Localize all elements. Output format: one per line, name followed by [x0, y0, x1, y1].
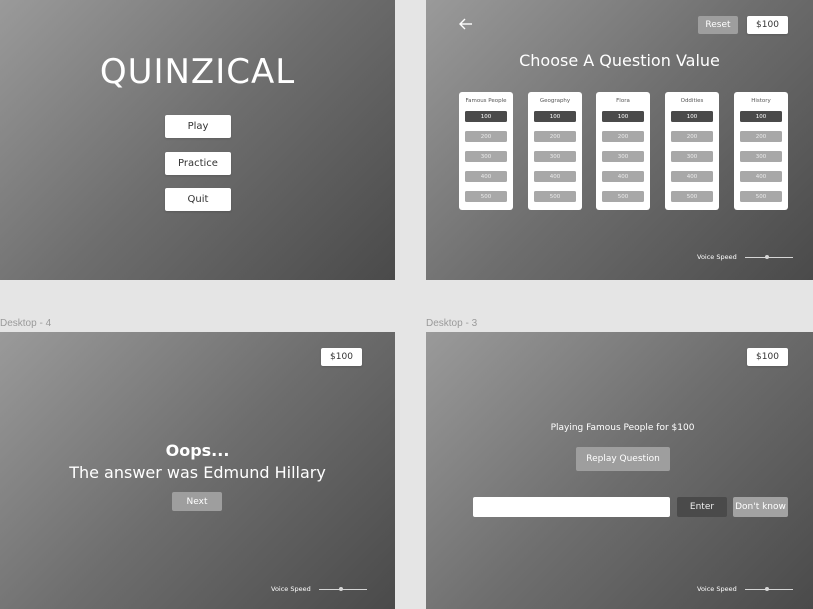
- question-value-button[interactable]: 400: [602, 171, 644, 182]
- question-value-button[interactable]: 400: [465, 171, 507, 182]
- question-value-button[interactable]: 100: [671, 111, 713, 122]
- playing-text: Playing Famous People for $100: [550, 423, 695, 433]
- question-value-button[interactable]: 400: [671, 171, 713, 182]
- back-arrow-icon[interactable]: [458, 16, 474, 32]
- money-badge: $100: [747, 16, 788, 34]
- category-name: Famous People: [465, 98, 507, 104]
- question-value-button[interactable]: 500: [602, 191, 644, 202]
- result-screen: $100 Oops... The answer was Edmund Hilla…: [0, 332, 395, 609]
- question-value-button[interactable]: 300: [465, 151, 507, 162]
- question-value-button[interactable]: 500: [534, 191, 576, 202]
- voice-speed-slider[interactable]: [744, 586, 793, 591]
- question-value-button[interactable]: 300: [671, 151, 713, 162]
- voice-speed-label: Voice Speed: [697, 253, 737, 261]
- question-screen: $100 Playing Famous People for $100 Repl…: [426, 332, 813, 609]
- voice-speed-control: Voice Speed: [697, 253, 793, 261]
- question-value-button[interactable]: 500: [740, 191, 782, 202]
- result-heading: Oops...: [165, 441, 230, 460]
- dont-know-button[interactable]: Don't know: [733, 497, 788, 517]
- voice-speed-slider[interactable]: [318, 586, 367, 591]
- question-value-button[interactable]: 100: [465, 111, 507, 122]
- slider-knob[interactable]: [764, 254, 769, 259]
- slider-knob[interactable]: [338, 586, 343, 591]
- question-value-button[interactable]: 100: [602, 111, 644, 122]
- category-name: History: [751, 98, 771, 104]
- voice-speed-label: Voice Speed: [271, 585, 311, 593]
- replay-question-button[interactable]: Replay Question: [576, 447, 670, 471]
- money-badge: $100: [321, 348, 362, 366]
- practice-button[interactable]: Practice: [165, 152, 231, 175]
- question-value-button[interactable]: 200: [671, 131, 713, 142]
- category-name: Oddities: [680, 98, 704, 104]
- frame-label: Desktop - 3: [426, 318, 478, 329]
- money-badge: $100: [747, 348, 788, 366]
- question-value-button[interactable]: 400: [534, 171, 576, 182]
- category-name: Flora: [616, 98, 630, 104]
- category-card: Famous People 100 200 300 400 500: [459, 92, 513, 210]
- category-card: Geography 100 200 300 400 500: [528, 92, 582, 210]
- question-value-button[interactable]: 500: [671, 191, 713, 202]
- reset-button[interactable]: Reset: [698, 16, 738, 34]
- voice-speed-label: Voice Speed: [697, 585, 737, 593]
- voice-speed-slider[interactable]: [744, 254, 793, 259]
- question-value-button[interactable]: 200: [740, 131, 782, 142]
- question-value-button[interactable]: 200: [534, 131, 576, 142]
- start-screen: QUINZICAL Play Practice Quit: [0, 0, 395, 280]
- enter-button[interactable]: Enter: [677, 497, 727, 517]
- question-value-button[interactable]: 300: [534, 151, 576, 162]
- category-card: Flora 100 200 300 400 500: [596, 92, 650, 210]
- question-value-button[interactable]: 100: [534, 111, 576, 122]
- question-value-button[interactable]: 100: [740, 111, 782, 122]
- question-value-button[interactable]: 300: [740, 151, 782, 162]
- page-title: Choose A Question Value: [519, 51, 720, 70]
- voice-speed-control: Voice Speed: [697, 585, 793, 593]
- next-button[interactable]: Next: [172, 492, 222, 511]
- question-value-button[interactable]: 400: [740, 171, 782, 182]
- question-value-button[interactable]: 200: [465, 131, 507, 142]
- frame-label: Desktop - 4: [0, 318, 52, 329]
- app-title: QUINZICAL: [99, 52, 296, 92]
- slider-knob[interactable]: [764, 586, 769, 591]
- category-name: Geography: [539, 98, 571, 104]
- category-card: Oddities 100 200 300 400 500: [665, 92, 719, 210]
- result-message: The answer was Edmund Hillary: [69, 463, 326, 482]
- question-value-button[interactable]: 500: [465, 191, 507, 202]
- play-button[interactable]: Play: [165, 115, 231, 138]
- category-card: History 100 200 300 400 500: [734, 92, 788, 210]
- voice-speed-control: Voice Speed: [271, 585, 367, 593]
- question-value-button[interactable]: 300: [602, 151, 644, 162]
- quit-button[interactable]: Quit: [165, 188, 231, 211]
- question-value-button[interactable]: 200: [602, 131, 644, 142]
- answer-input[interactable]: [473, 497, 670, 517]
- choose-value-screen: Reset $100 Choose A Question Value Famou…: [426, 0, 813, 280]
